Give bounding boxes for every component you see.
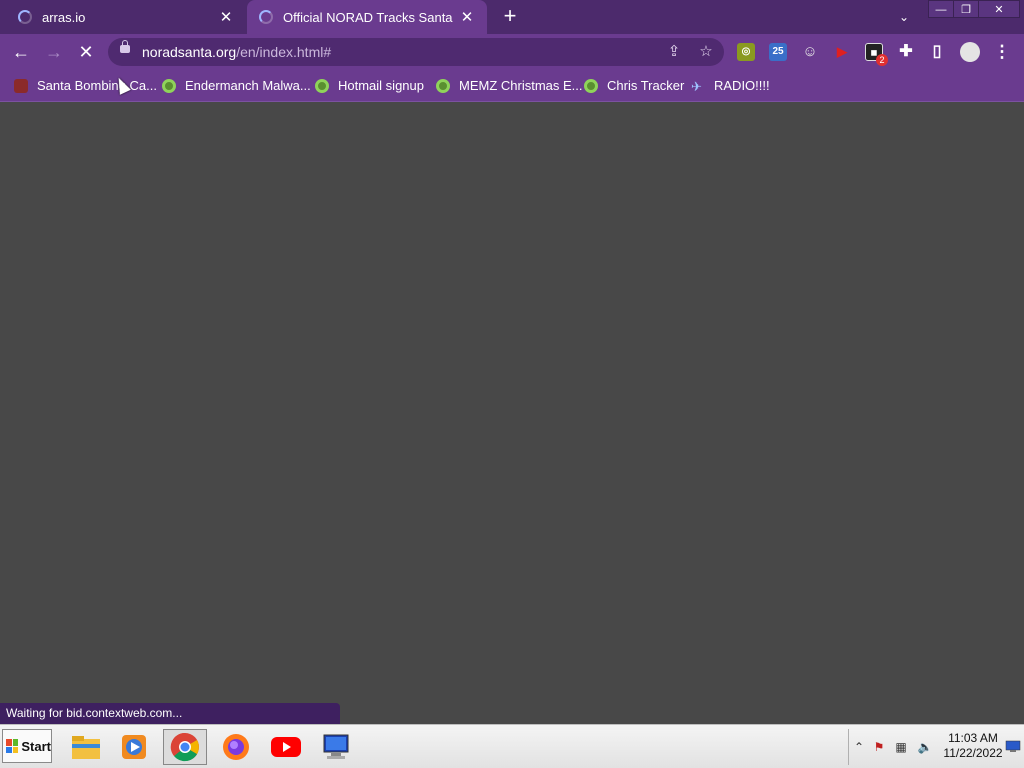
show-hidden-icons-icon[interactable]: ⌃ — [851, 739, 867, 755]
tab-close-icon[interactable]: ✕ — [457, 8, 477, 26]
menu-icon[interactable]: ⋮ — [993, 43, 1011, 61]
extension-badge: 2 — [876, 54, 888, 66]
side-panel-icon[interactable]: ▯ — [928, 43, 946, 61]
show-desktop-icon[interactable] — [1005, 739, 1021, 755]
bookmark-label: RADIO!!!! — [714, 78, 770, 93]
close-window-button[interactable]: ✕ — [978, 0, 1020, 18]
bookmark-endermanch[interactable]: Endermanch Malwa... — [162, 70, 311, 101]
tab-search-icon[interactable]: ⌄ — [893, 6, 915, 28]
network-error-icon[interactable]: ⚑ — [871, 739, 887, 755]
clock[interactable]: 11:03 AM 11/22/2022 — [941, 731, 1005, 761]
profile-avatar[interactable] — [960, 42, 980, 62]
santa-favicon-icon — [14, 78, 28, 93]
extension-calendar-icon[interactable]: 25 — [769, 43, 787, 61]
globe-favicon-icon — [162, 78, 176, 93]
bookmarks-bar: Santa Bombing Ca... Endermanch Malwa... … — [0, 70, 1024, 102]
restore-button[interactable]: ❐ — [953, 0, 979, 18]
new-tab-button[interactable]: + — [497, 4, 523, 30]
clock-date: 11/22/2022 — [943, 746, 1003, 760]
media-player-icon[interactable] — [112, 729, 156, 765]
file-explorer-icon[interactable] — [64, 729, 108, 765]
firefox-icon[interactable] — [214, 729, 258, 765]
share-icon[interactable]: ⇪ — [664, 42, 684, 62]
bookmark-label: Endermanch Malwa... — [185, 78, 311, 93]
globe-favicon-icon — [584, 78, 598, 93]
bookmark-memz[interactable]: MEMZ Christmas E... — [436, 70, 583, 101]
bookmark-santa-bombing[interactable]: Santa Bombing Ca... — [14, 70, 157, 101]
system-tray: ⌃ ⚑ ▦ 🔈 11:03 AM 11/22/2022 — [848, 729, 1023, 765]
lock-icon[interactable] — [120, 40, 130, 53]
bookmark-label: Hotmail signup — [338, 78, 424, 93]
bookmark-label: MEMZ Christmas E... — [459, 78, 583, 93]
radio-favicon-icon: ✈ — [691, 78, 702, 94]
stop-loading-button[interactable]: ✕ — [73, 39, 99, 65]
bookmark-label: Santa Bombing Ca... — [37, 78, 157, 93]
status-bubble: Waiting for bid.contextweb.com... — [0, 703, 340, 724]
taskbar: Start ⌃ ⚑ ▦ 🔈 11:03 AM 11/22/2022 — [0, 724, 1024, 768]
forward-button[interactable]: → — [41, 39, 67, 65]
bookmark-hotmail-signup[interactable]: Hotmail signup — [315, 70, 424, 101]
url-path: /en/index.html# — [236, 44, 332, 60]
globe-favicon-icon — [315, 78, 329, 93]
chrome-icon[interactable] — [163, 729, 207, 765]
extensions-puzzle-icon[interactable]: ✚ — [897, 43, 915, 61]
clock-time: 11:03 AM — [948, 731, 998, 745]
monitor-icon[interactable]: ▦ — [893, 739, 909, 755]
extension-green-icon[interactable]: ◎ — [737, 43, 755, 61]
volume-icon[interactable]: 🔈 — [917, 739, 933, 755]
bookmark-label: Chris Tracker — [607, 78, 685, 93]
loading-spinner-icon — [259, 10, 273, 24]
tab-arras[interactable]: arras.io ✕ — [0, 0, 246, 34]
loading-spinner-icon — [18, 10, 32, 24]
start-label: Start — [21, 738, 51, 754]
computer-icon[interactable] — [314, 729, 358, 765]
start-button[interactable]: Start — [2, 729, 52, 763]
browser-toolbar: ← → ✕ noradsanta.org/en/index.html# ⇪ ☆ … — [0, 34, 1024, 70]
youtube-icon[interactable] — [264, 729, 308, 765]
back-button[interactable]: ← — [8, 39, 34, 65]
extension-youtube-icon[interactable]: ▶ — [833, 43, 851, 61]
windows-logo-icon — [6, 739, 19, 753]
address-bar[interactable]: noradsanta.org/en/index.html# ⇪ ☆ — [108, 38, 724, 66]
tab-title: arras.io — [42, 9, 86, 25]
bookmark-chris-tracker[interactable]: Chris Tracker — [584, 70, 684, 101]
bookmark-radio[interactable]: ✈ RADIO!!!! — [691, 70, 770, 101]
url-text[interactable]: noradsanta.org/en/index.html# — [142, 44, 331, 60]
globe-favicon-icon — [436, 78, 450, 93]
url-host: noradsanta.org — [142, 44, 237, 60]
page-content — [0, 102, 1024, 724]
bookmark-star-icon[interactable]: ☆ — [696, 42, 716, 62]
tab-title: Official NORAD Tracks Santa — [283, 9, 453, 25]
tab-strip: arras.io ✕ Official NORAD Tracks Santa ✕… — [0, 0, 1024, 34]
extension-ghost-icon[interactable]: ☺ — [801, 43, 819, 61]
minimize-button[interactable]: — — [928, 0, 954, 18]
tab-norad[interactable]: Official NORAD Tracks Santa ✕ — [247, 0, 487, 34]
tab-close-icon[interactable]: ✕ — [216, 8, 236, 26]
